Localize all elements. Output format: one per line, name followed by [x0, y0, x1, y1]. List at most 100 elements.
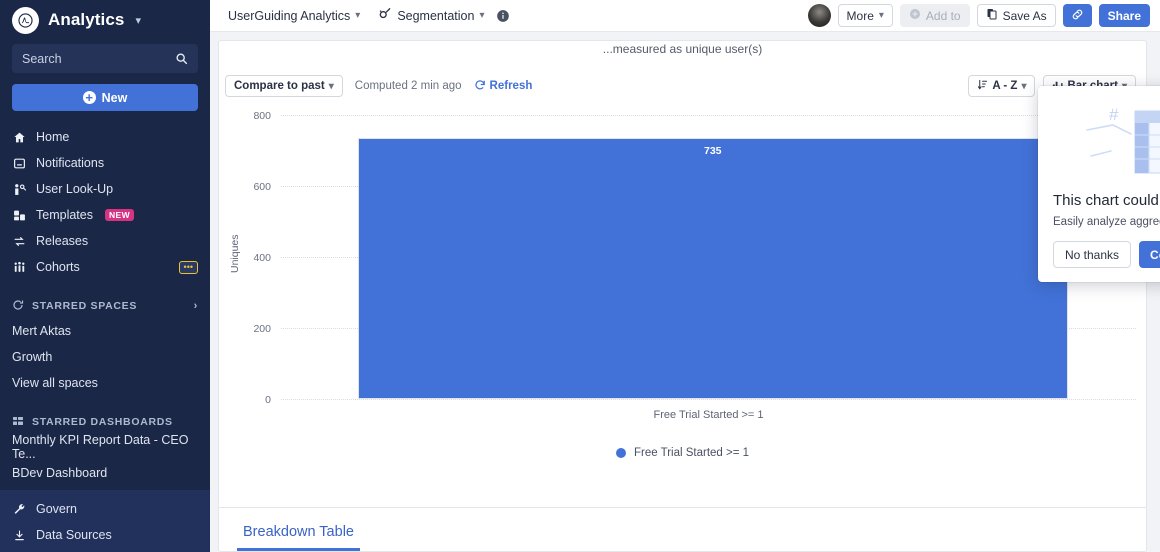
copy-icon: [986, 8, 998, 23]
avatar[interactable]: [807, 4, 831, 27]
app-root: Analytics ▾ Search + New Home Notificati…: [0, 0, 1160, 552]
sort-button[interactable]: A - Z ▾: [968, 75, 1036, 97]
cohorts-icon: [12, 261, 27, 274]
measured-note: ...measured as unique user(s): [602, 42, 763, 56]
spaces-icon: [12, 299, 24, 314]
chevron-down-icon: ▾: [135, 14, 142, 27]
legend-label: Free Trial Started >= 1: [633, 447, 750, 459]
data-table-illustration: # %: [1053, 86, 1160, 190]
sidebar-item-data-sources[interactable]: Data Sources: [0, 522, 210, 548]
computed-status: Computed 2 min ago: [354, 80, 462, 92]
plot-area: 800 600 400 200 0 735: [253, 110, 1136, 406]
sidebar-item-cohorts[interactable]: Cohorts •••: [0, 254, 210, 280]
legend-color-dot: [615, 448, 626, 458]
info-icon[interactable]: [496, 9, 510, 23]
chevron-down-icon: ▾: [1021, 80, 1027, 92]
segmentation-selector[interactable]: Segmentation ▾: [378, 7, 484, 24]
sidebar-dashboard-item[interactable]: BDev Dashboard: [0, 460, 210, 486]
gridline: 0: [265, 394, 1136, 406]
y-tick-label: 400: [253, 252, 271, 264]
sidebar-item-templates[interactable]: Templates NEW: [0, 202, 210, 228]
bell-box-icon: [12, 157, 27, 170]
section-title: STARRED SPACES: [32, 300, 138, 312]
save-as-button[interactable]: Save As: [976, 4, 1056, 27]
sidebar-item-notifications[interactable]: Notifications: [0, 150, 210, 176]
sidebar-view-all-spaces[interactable]: View all spaces: [0, 370, 210, 396]
copy-link-button[interactable]: [1062, 4, 1092, 27]
sidebar-section-starred-spaces[interactable]: STARRED SPACES ›: [0, 294, 210, 318]
sidebar-space-item[interactable]: Mert Aktas: [0, 318, 210, 344]
chevron-down-icon: ▾: [328, 80, 334, 92]
popup-title: This chart could be a Data Table: [1053, 192, 1160, 209]
sidebar: Analytics ▾ Search + New Home Notificati…: [0, 0, 210, 552]
sort-label: A - Z: [992, 80, 1018, 92]
convert-to-data-table-button[interactable]: Convert this chart to a data table: [1139, 241, 1160, 268]
home-icon: [12, 131, 27, 144]
share-label: Share: [1107, 8, 1141, 23]
dashboard-grid-icon: [12, 415, 24, 430]
refresh-button[interactable]: Refresh: [474, 79, 533, 94]
chevron-right-icon[interactable]: ›: [194, 300, 198, 312]
sidebar-brand[interactable]: Analytics ▾: [0, 0, 210, 38]
refresh-label: Refresh: [489, 80, 533, 92]
new-button[interactable]: + New: [12, 84, 198, 111]
chevron-down-icon: ▾: [479, 10, 485, 21]
save-as-label: Save As: [1002, 8, 1047, 23]
sidebar-item-label: Cohorts: [36, 260, 80, 274]
sidebar-nav: Home Notifications User Look-Up Template…: [0, 124, 210, 486]
svg-text:#: #: [1109, 105, 1119, 124]
status-badge: NEW: [104, 209, 135, 221]
popup-actions: No thanks Convert this chart to a data t…: [1053, 241, 1160, 268]
tab-breakdown-table[interactable]: Breakdown Table: [237, 524, 360, 551]
y-tick-label: 600: [253, 181, 271, 193]
sidebar-item-label: Data Sources: [36, 528, 112, 542]
project-label: UserGuiding Analytics: [228, 8, 351, 23]
wrench-icon: [12, 503, 27, 516]
compare-label: Compare to past: [234, 80, 325, 92]
data-table-suggestion-popup: ✕ # %: [1038, 86, 1160, 282]
share-button[interactable]: Share: [1098, 4, 1150, 27]
topbar: UserGuiding Analytics ▾ Segmentation ▾ M…: [210, 0, 1160, 32]
no-thanks-button[interactable]: No thanks: [1053, 241, 1132, 268]
sidebar-item-label: Govern: [36, 502, 77, 516]
chart-card: ...measured as unique user(s) Compare to…: [218, 40, 1147, 552]
more-button[interactable]: More ▾: [837, 4, 893, 27]
gridline: 800: [253, 110, 1136, 122]
bar-series-free-trial-started[interactable]: 735: [357, 138, 1068, 399]
amplitude-logo-icon: [12, 6, 39, 34]
sidebar-item-user-look-up[interactable]: User Look-Up: [0, 176, 210, 202]
plus-circle-icon: [909, 8, 921, 23]
sidebar-dashboard-item[interactable]: Monthly KPI Report Data - CEO Te...: [0, 433, 210, 461]
project-selector[interactable]: UserGuiding Analytics ▾: [228, 9, 360, 23]
releases-icon: [12, 235, 27, 248]
money-badge: •••: [178, 260, 198, 274]
sidebar-section-starred-dashboards: STARRED DASHBOARDS: [0, 410, 210, 434]
new-button-label: New: [101, 90, 128, 105]
segmentation-icon: [378, 7, 392, 24]
bottom-tabs: Breakdown Table: [219, 507, 1146, 551]
chevron-down-icon: ▾: [355, 10, 361, 21]
popup-subtitle: Easily analyze aggregated results.: [1053, 216, 1160, 228]
topbar-left: UserGuiding Analytics ▾ Segmentation ▾: [228, 7, 510, 24]
sidebar-item-home[interactable]: Home: [0, 124, 210, 150]
y-tick-label: 0: [265, 394, 271, 406]
add-to-button[interactable]: Add to: [899, 4, 970, 27]
topbar-right: More ▾ Add to Save As Share: [807, 4, 1150, 27]
segmentation-label: Segmentation: [397, 8, 475, 23]
chart-toolbar: Compare to past ▾ Computed 2 min ago Ref…: [219, 69, 1146, 103]
add-to-label: Add to: [925, 8, 961, 23]
search-input[interactable]: Search: [12, 44, 198, 73]
chart-toolbar-left: Compare to past ▾ Computed 2 min ago Ref…: [225, 75, 532, 97]
sidebar-item-label: Notifications: [36, 156, 105, 170]
sidebar-space-item[interactable]: Growth: [0, 344, 210, 370]
sidebar-item-govern[interactable]: Govern: [0, 496, 210, 522]
sidebar-item-releases[interactable]: Releases: [0, 228, 210, 254]
section-title: STARRED DASHBOARDS: [32, 416, 173, 428]
search-placeholder: Search: [22, 51, 62, 66]
brand-name: Analytics: [48, 10, 125, 29]
compare-to-past-button[interactable]: Compare to past ▾: [225, 75, 343, 97]
plus-circle-icon: +: [82, 91, 96, 104]
search-icon: [175, 52, 188, 65]
chevron-down-icon: ▾: [878, 10, 884, 21]
x-axis-label: Free Trial Started >= 1: [653, 409, 764, 421]
